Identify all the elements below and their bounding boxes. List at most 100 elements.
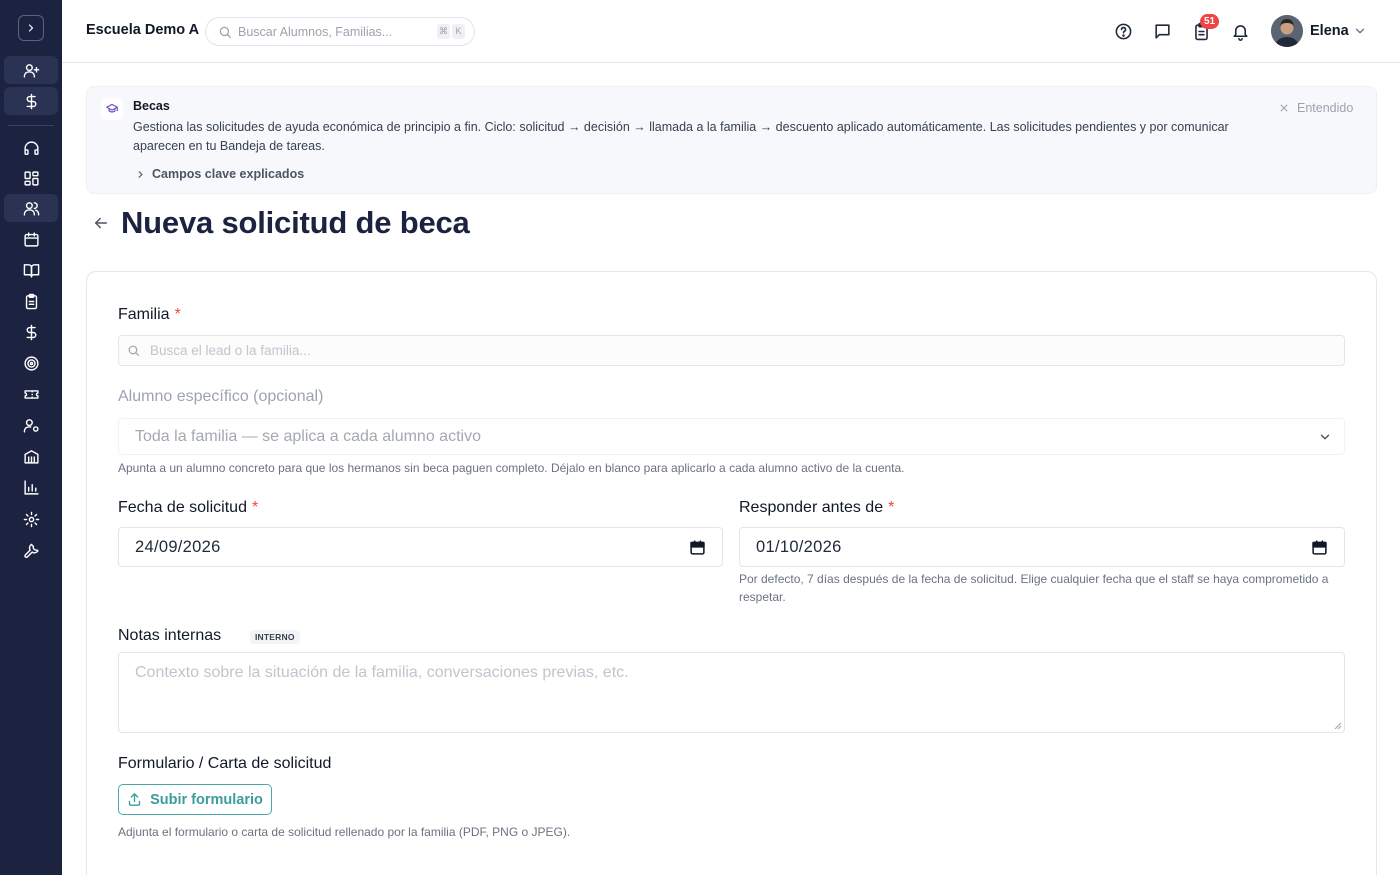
upload-help-text: Adjunta el formulario o carta de solicit…	[118, 825, 571, 839]
ticket-icon	[23, 389, 39, 399]
dollar-icon	[26, 324, 36, 340]
sidebar-item-support[interactable]	[4, 134, 58, 162]
student-help-text: Apunta a un alumno concreto para que los…	[118, 461, 905, 475]
avatar[interactable]	[1271, 15, 1303, 47]
book-open-icon	[23, 263, 39, 278]
users-icon	[23, 201, 39, 216]
sidebar-item-tasks[interactable]	[4, 287, 58, 315]
back-arrow-icon[interactable]	[92, 214, 110, 232]
shortcut-key-k: K	[452, 24, 465, 39]
help-circle-icon	[1115, 23, 1131, 39]
sidebar-item-tools[interactable]	[4, 536, 58, 564]
sidebar-item-tickets[interactable]	[4, 380, 58, 408]
notifications-button[interactable]	[1229, 20, 1251, 42]
message-square-icon	[1154, 23, 1170, 39]
request-date-input[interactable]: 24/09/2026	[118, 527, 723, 567]
student-label: Alumno específico (opcional)	[118, 388, 324, 405]
calendar-icon	[23, 231, 39, 247]
upload-form-button[interactable]: Subir formulario	[118, 784, 272, 815]
family-search-field[interactable]: Busca el lead o la familia...	[118, 335, 1345, 366]
sidebar-item-calendar[interactable]	[4, 225, 58, 253]
upload-icon	[128, 793, 141, 806]
sidebar-item-billing[interactable]	[4, 87, 58, 115]
upload-button-label: Subir formulario	[150, 791, 263, 808]
dashboard-grid-icon	[23, 170, 39, 186]
resize-handle-icon[interactable]	[1334, 722, 1342, 730]
student-select-value: Toda la familia — se aplica a cada alumn…	[135, 428, 481, 445]
notes-placeholder: Contexto sobre la situación de la famili…	[135, 664, 629, 681]
banner-title: Becas	[133, 99, 170, 113]
sidebar-divider	[8, 125, 54, 126]
sidebar-item-add-user[interactable]	[4, 56, 58, 84]
upload-label: Formulario / Carta de solicitud	[118, 755, 332, 772]
tasks-count-badge: 51	[1200, 14, 1220, 29]
chevron-down-icon[interactable]	[1353, 24, 1367, 38]
family-search-placeholder: Busca el lead o la familia...	[150, 343, 311, 358]
headset-icon	[23, 140, 39, 155]
sidebar-item-academics[interactable]	[4, 256, 58, 284]
search-icon	[219, 26, 231, 38]
help-button[interactable]	[1112, 20, 1134, 42]
dismiss-banner-button[interactable]: Entendido	[1279, 101, 1353, 115]
user-photo-icon	[1271, 15, 1303, 47]
family-label-text: Familia	[118, 306, 170, 323]
banner-icon-wrap	[101, 98, 123, 120]
search-icon	[128, 345, 139, 356]
user-name[interactable]: Elena	[1310, 23, 1349, 39]
sidebar-item-reports[interactable]	[4, 473, 58, 501]
info-banner: Becas Gestiona las solicitudes de ayuda …	[86, 86, 1377, 194]
request-date-label: Fecha de solicitud *	[118, 499, 258, 517]
search-input[interactable]	[238, 22, 433, 42]
key-fields-label: Campos clave explicados	[152, 167, 305, 181]
respond-by-value: 01/10/2026	[756, 538, 842, 556]
banner-description: Gestiona las solicitudes de ayuda económ…	[133, 120, 1229, 153]
respond-by-help-text: Por defecto, 7 días después de la fecha …	[739, 572, 1329, 604]
notes-textarea[interactable]: Contexto sobre la situación de la famili…	[118, 652, 1345, 733]
sidebar-item-finance[interactable]	[4, 318, 58, 346]
key-fields-expander[interactable]: Campos clave explicados	[135, 167, 304, 181]
internal-tag: INTERNO	[250, 630, 300, 644]
bar-chart-icon	[23, 479, 39, 495]
wrench-icon	[23, 543, 39, 558]
clipboard-icon	[25, 293, 37, 309]
respond-by-label: Responder antes de *	[739, 499, 894, 517]
messages-button[interactable]	[1151, 20, 1173, 42]
bell-icon	[1232, 24, 1248, 41]
calendar-icon[interactable]	[689, 539, 706, 556]
building-icon	[23, 449, 39, 464]
page-title: Nueva solicitud de beca	[121, 205, 470, 240]
request-date-value: 24/09/2026	[135, 538, 221, 556]
scholarship-icon	[106, 103, 118, 113]
sidebar	[0, 0, 62, 875]
required-mark: *	[174, 306, 181, 323]
required-mark: *	[251, 499, 259, 516]
user-settings-icon	[23, 418, 39, 433]
sidebar-item-goals[interactable]	[4, 349, 58, 377]
chevron-down-icon	[1320, 434, 1330, 440]
shortcut-key-cmd: ⌘	[437, 24, 450, 39]
dollar-icon	[26, 93, 36, 109]
notes-label: Notas internas	[118, 627, 222, 644]
respond-by-input[interactable]: 01/10/2026	[739, 527, 1345, 567]
student-select[interactable]: Toda la familia — se aplica a cada alumn…	[118, 418, 1345, 455]
school-name: Escuela Demo A	[86, 22, 200, 38]
target-icon	[23, 355, 39, 371]
sidebar-item-families[interactable]	[4, 194, 58, 222]
top-header: Escuela Demo A ⌘ K 51 Elena	[62, 0, 1400, 63]
user-plus-icon	[23, 63, 39, 78]
sidebar-item-school[interactable]	[4, 442, 58, 470]
global-search[interactable]: ⌘ K	[205, 17, 475, 46]
chevron-right-icon	[138, 170, 143, 178]
calendar-icon[interactable]	[1311, 539, 1328, 556]
sidebar-item-staff[interactable]	[4, 411, 58, 439]
sidebar-expand-button[interactable]	[18, 15, 44, 41]
close-icon	[1280, 104, 1288, 112]
respond-by-label-text: Responder antes de	[739, 499, 884, 516]
family-label: Familia *	[118, 306, 181, 324]
required-mark: *	[888, 499, 895, 516]
sidebar-item-settings[interactable]	[4, 505, 58, 533]
gear-icon	[23, 511, 39, 527]
sidebar-item-dashboard[interactable]	[4, 164, 58, 192]
request-date-label-text: Fecha de solicitud	[118, 499, 247, 516]
chevron-right-icon	[28, 24, 34, 32]
